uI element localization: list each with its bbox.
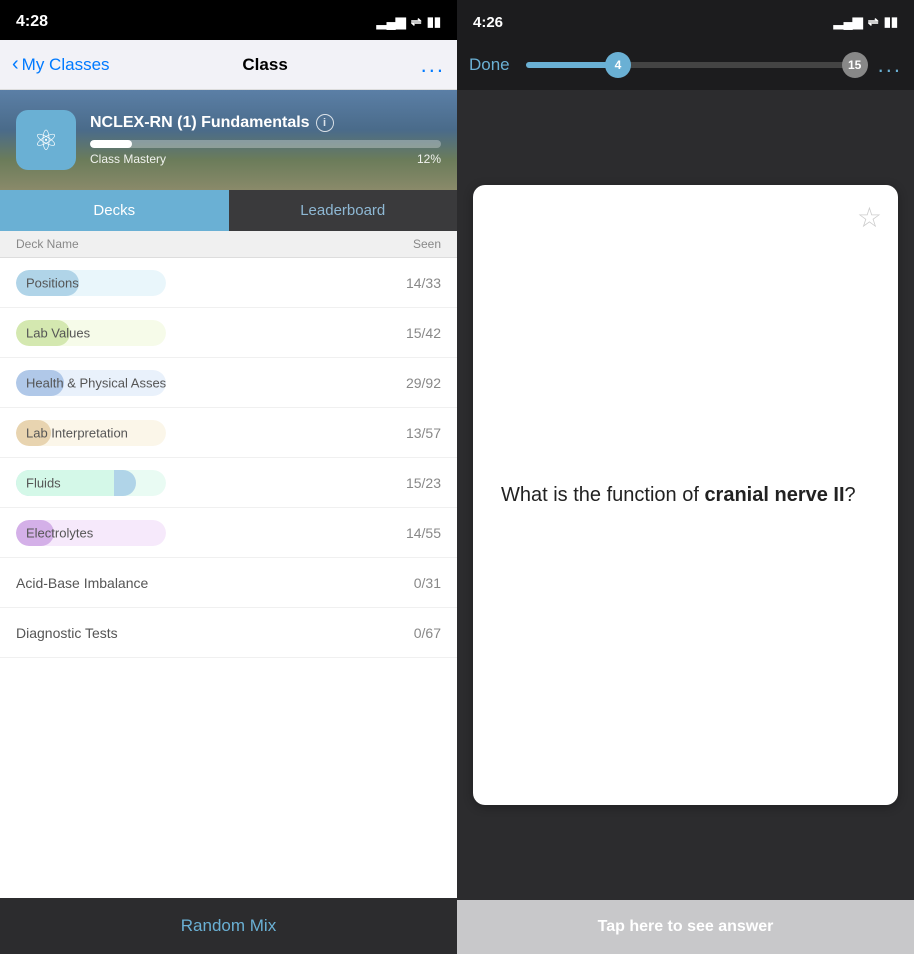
battery-icon-right: ▮▮	[884, 14, 898, 30]
status-bar-left: 4:28 ▂▄▆ ⇌ ▮▮	[0, 0, 457, 40]
deck-seen: 14/33	[391, 275, 441, 291]
class-header: ⚛ NCLEX-RN (1) Fundamentals i Class Mast…	[0, 90, 457, 190]
mastery-bar-fill	[90, 140, 132, 148]
deck-pill-text: Health & Physical Assessment	[26, 375, 166, 390]
right-panel: 4:26 ▂▄▆ ⇌ ▮▮ Done 4 15 ... ☆ What is th…	[457, 0, 914, 954]
signal-icon-right: ▂▄▆	[834, 14, 863, 30]
nav-bar-left: ‹ My Classes Class ...	[0, 40, 457, 90]
deck-seen: 15/42	[391, 325, 441, 341]
deck-left: Positions	[16, 270, 391, 296]
wifi-icon: ⇌	[411, 14, 422, 30]
wifi-icon-right: ⇌	[868, 14, 879, 30]
tab-bar: Decks Leaderboard	[0, 190, 457, 231]
deck-list-header: Deck Name Seen	[0, 231, 457, 258]
deck-item[interactable]: Acid-Base Imbalance 0/31	[0, 558, 457, 608]
deck-left: Lab Interpretation	[16, 420, 391, 446]
time-right: 4:26	[473, 14, 503, 31]
deck-item[interactable]: Health & Physical Assessment 29/92	[0, 358, 457, 408]
left-panel: 4:28 ▂▄▆ ⇌ ▮▮ ‹ My Classes Class ... ⚛ N…	[0, 0, 457, 954]
deck-pill-text: Lab Interpretation	[26, 425, 128, 440]
tap-answer-button[interactable]: Tap here to see answer	[457, 900, 914, 954]
deck-seen: 29/92	[391, 375, 441, 391]
status-icons-right: ▂▄▆ ⇌ ▮▮	[834, 14, 898, 30]
mastery-bar-bg	[90, 140, 441, 148]
deck-pill: Health & Physical Assessment	[16, 370, 166, 396]
deck-pill-text: Fluids	[26, 475, 61, 490]
progress-current-bubble: 4	[605, 52, 631, 78]
deck-seen: 0/67	[391, 625, 441, 641]
chevron-left-icon: ‹	[12, 53, 19, 76]
random-mix-button[interactable]: Random Mix	[0, 898, 457, 954]
progress-total-bubble: 15	[842, 52, 868, 78]
deck-item[interactable]: Electrolytes 14/55	[0, 508, 457, 558]
deck-seen: 0/31	[391, 575, 441, 591]
deck-pill: Electrolytes	[16, 520, 166, 546]
deck-pill: Positions	[16, 270, 166, 296]
nav-title: Class	[110, 55, 421, 75]
mastery-bar: Class Mastery 12%	[90, 140, 441, 166]
deck-left: Health & Physical Assessment	[16, 370, 391, 396]
deck-name: Acid-Base Imbalance	[16, 575, 148, 591]
col-deck-name: Deck Name	[16, 237, 79, 251]
deck-seen: 14/55	[391, 525, 441, 541]
deck-pill: Fluids	[16, 470, 166, 496]
deck-pill-text: Electrolytes	[26, 525, 93, 540]
deck-seen: 15/23	[391, 475, 441, 491]
tab-decks[interactable]: Decks	[0, 190, 229, 231]
deck-pill-text: Positions	[26, 275, 79, 290]
status-icons-left: ▂▄▆ ⇌ ▮▮	[377, 14, 441, 30]
more-button-left[interactable]: ...	[421, 52, 445, 78]
class-info: NCLEX-RN (1) Fundamentals i Class Master…	[90, 114, 441, 166]
card-area: ☆ What is the function of cranial nerve …	[457, 90, 914, 900]
study-nav: Done 4 15 ...	[457, 40, 914, 90]
deck-seen: 13/57	[391, 425, 441, 441]
deck-item[interactable]: Lab Interpretation 13/57	[0, 408, 457, 458]
deck-item[interactable]: Fluids 15/23	[0, 458, 457, 508]
col-seen: Seen	[413, 237, 441, 251]
deck-item[interactable]: Lab Values 15/42	[0, 308, 457, 358]
info-icon[interactable]: i	[316, 114, 334, 132]
more-button-right[interactable]: ...	[878, 52, 902, 78]
deck-left: Fluids	[16, 470, 391, 496]
mastery-label: Class Mastery 12%	[90, 152, 441, 166]
deck-left: Electrolytes	[16, 520, 391, 546]
deck-left: Lab Values	[16, 320, 391, 346]
progress-track: 4 15	[526, 62, 868, 68]
tab-leaderboard[interactable]: Leaderboard	[229, 190, 458, 231]
card-question: What is the function of cranial nerve II…	[501, 480, 856, 510]
deck-item[interactable]: Diagnostic Tests 0/67	[0, 608, 457, 658]
class-icon: ⚛	[16, 110, 76, 170]
done-button[interactable]: Done	[469, 55, 510, 75]
deck-name: Diagnostic Tests	[16, 625, 118, 641]
deck-item[interactable]: Positions 14/33	[0, 258, 457, 308]
signal-icon: ▂▄▆	[377, 14, 406, 30]
battery-icon: ▮▮	[427, 14, 441, 30]
star-icon[interactable]: ☆	[857, 201, 882, 234]
back-button[interactable]: ‹ My Classes	[12, 53, 110, 76]
deck-pill: Lab Interpretation	[16, 420, 166, 446]
back-label: My Classes	[22, 55, 110, 75]
class-name: NCLEX-RN (1) Fundamentals i	[90, 114, 441, 132]
time-left: 4:28	[16, 13, 48, 31]
deck-list: Positions 14/33 Lab Values 15/42 Health & Ph…	[0, 258, 457, 898]
deck-pill: Lab Values	[16, 320, 166, 346]
deck-pill-text: Lab Values	[26, 325, 90, 340]
flashcard[interactable]: ☆ What is the function of cranial nerve …	[473, 185, 898, 805]
status-bar-right: 4:26 ▂▄▆ ⇌ ▮▮	[457, 0, 914, 40]
